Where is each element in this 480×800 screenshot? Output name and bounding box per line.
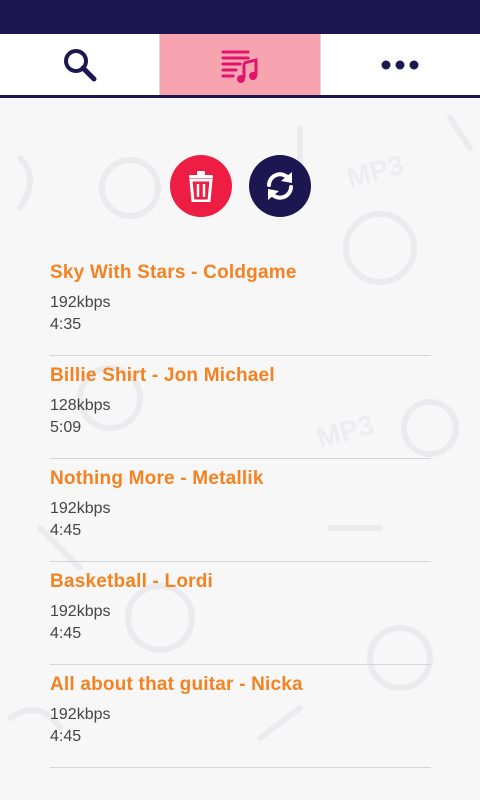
trash-icon (188, 171, 213, 202)
track-list: Sky With Stars - Coldgame 192kbps 4:35 B… (50, 254, 431, 769)
more-dots-icon (381, 60, 419, 69)
track-duration: 4:45 (50, 522, 82, 539)
search-icon (63, 48, 97, 81)
refresh-button[interactable] (248, 155, 311, 217)
track-duration: 5:09 (50, 419, 82, 436)
track-title: Basketball - Lordi (50, 571, 214, 592)
list-item[interactable]: Billie Shirt - Jon Michael 128kbps 5:09 (50, 357, 431, 459)
tab-search[interactable] (0, 34, 161, 95)
playlist-music-icon (221, 50, 258, 83)
list-item[interactable]: Sky With Stars - Coldgame 192kbps 4:35 (50, 254, 431, 356)
status-bar (0, 0, 480, 34)
delete-button[interactable] (169, 155, 232, 217)
track-duration: 4:45 (50, 728, 82, 745)
track-duration: 4:35 (50, 316, 82, 333)
track-title: All about that guitar - Nicka (50, 674, 303, 695)
track-bitrate: 192kbps (50, 294, 111, 311)
refresh-icon (266, 172, 293, 200)
tab-bar (0, 34, 480, 98)
track-title: Sky With Stars - Coldgame (50, 262, 297, 283)
track-bitrate: 192kbps (50, 706, 111, 723)
track-title: Billie Shirt - Jon Michael (50, 365, 275, 386)
track-bitrate: 192kbps (50, 603, 111, 620)
list-item[interactable]: Basketball - Lordi 192kbps 4:45 (50, 563, 431, 665)
list-item[interactable]: Nothing More - Metallik 192kbps 4:45 (50, 460, 431, 562)
action-buttons (0, 155, 480, 217)
track-bitrate: 128kbps (50, 397, 111, 414)
tab-playlist[interactable] (160, 34, 321, 95)
tab-more[interactable] (321, 34, 480, 95)
track-bitrate: 192kbps (50, 500, 111, 517)
list-item[interactable]: All about that guitar - Nicka 192kbps 4:… (50, 666, 431, 768)
track-title: Nothing More - Metallik (50, 468, 264, 489)
track-duration: 4:45 (50, 625, 82, 642)
